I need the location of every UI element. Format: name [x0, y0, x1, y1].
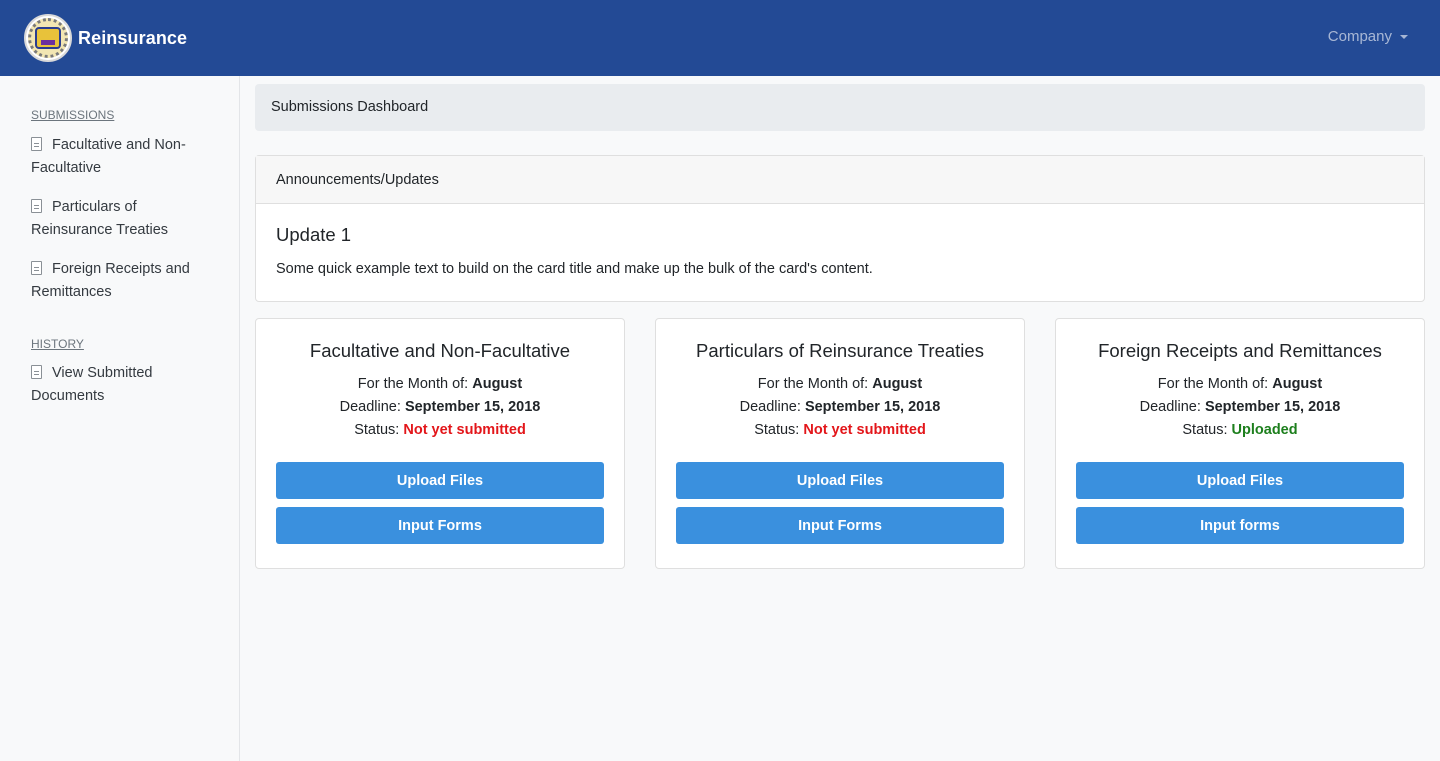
card-deadline-line: Deadline: September 15, 2018	[1139, 399, 1341, 415]
card-month-line: For the Month of: August	[757, 376, 923, 392]
sidebar: SUBMISSIONS Facultative and Non-Facultat…	[0, 76, 240, 761]
upload-files-button[interactable]: Upload Files	[276, 462, 604, 499]
card-deadline: September 15, 2018	[1204, 399, 1341, 415]
status-badge: Not yet submitted	[803, 422, 926, 438]
document-icon	[31, 137, 42, 151]
card-status-line: Status: Uploaded	[1182, 422, 1298, 438]
breadcrumb: Submissions Dashboard	[255, 84, 1425, 131]
announcements-card: Announcements/Updates Update 1 Some quic…	[255, 155, 1425, 302]
sidebar-item-remittances[interactable]: Foreign Receipts and Remittances	[31, 258, 211, 304]
document-icon	[31, 365, 42, 379]
input-forms-button[interactable]: Input Forms	[676, 507, 1004, 544]
card-status-line: Status: Not yet submitted	[754, 422, 926, 438]
card-month: August	[472, 376, 523, 392]
card-title: Foreign Receipts and Remittances	[1098, 340, 1382, 361]
status-badge: Uploaded	[1231, 422, 1298, 438]
card-deadline-line: Deadline: September 15, 2018	[339, 399, 541, 415]
sidebar-item-facultative[interactable]: Facultative and Non-Facultative	[31, 134, 211, 180]
card-title: Particulars of Reinsurance Treaties	[696, 340, 984, 361]
card-month-line: For the Month of: August	[357, 376, 523, 392]
document-icon	[31, 199, 42, 213]
sidebar-item-label: Particulars of Reinsurance Treaties	[31, 199, 169, 238]
top-navbar: Reinsurance Company	[0, 0, 1440, 76]
card-deadline: September 15, 2018	[804, 399, 941, 415]
document-icon	[31, 261, 42, 275]
brand-link[interactable]: Reinsurance	[24, 14, 187, 62]
sidebar-heading-history[interactable]: HISTORY	[31, 337, 84, 351]
announcement-title: Update 1	[276, 224, 352, 245]
sidebar-item-label: View Submitted Documents	[31, 365, 153, 404]
status-badge: Not yet submitted	[403, 422, 526, 438]
sidebar-item-label: Foreign Receipts and Remittances	[31, 261, 190, 300]
sidebar-item-treaties[interactable]: Particulars of Reinsurance Treaties	[31, 196, 211, 242]
card-month: August	[1272, 376, 1323, 392]
caret-down-icon	[1400, 34, 1408, 39]
sidebar-heading-submissions[interactable]: SUBMISSIONS	[31, 108, 114, 122]
card-month-line: For the Month of: August	[1157, 376, 1323, 392]
input-forms-button[interactable]: Input forms	[1076, 507, 1404, 544]
seal-logo-icon	[24, 14, 72, 62]
company-dropdown[interactable]: Company	[1328, 28, 1408, 45]
sidebar-item-view-submitted[interactable]: View Submitted Documents	[31, 362, 211, 408]
company-dropdown-label: Company	[1327, 28, 1392, 45]
card-deadline-line: Deadline: September 15, 2018	[739, 399, 941, 415]
card-month: August	[872, 376, 923, 392]
upload-files-button[interactable]: Upload Files	[676, 462, 1004, 499]
card-status-line: Status: Not yet submitted	[354, 422, 526, 438]
input-forms-button[interactable]: Input Forms	[276, 507, 604, 544]
card-deadline: September 15, 2018	[404, 399, 541, 415]
submission-card-facultative: Facultative and Non-Facultative For the …	[255, 318, 625, 569]
sidebar-item-label: Facultative and Non-Facultative	[31, 137, 186, 176]
submission-card-remittances: Foreign Receipts and Remittances For the…	[1055, 318, 1425, 569]
card-title: Facultative and Non-Facultative	[309, 340, 571, 361]
announcement-text: Some quick example text to build on the …	[276, 261, 873, 277]
submission-card-treaties: Particulars of Reinsurance Treaties For …	[655, 318, 1025, 569]
brand-title: Reinsurance	[78, 27, 188, 48]
announcements-header: Announcements/Updates	[256, 156, 1424, 204]
upload-files-button[interactable]: Upload Files	[1076, 462, 1404, 499]
